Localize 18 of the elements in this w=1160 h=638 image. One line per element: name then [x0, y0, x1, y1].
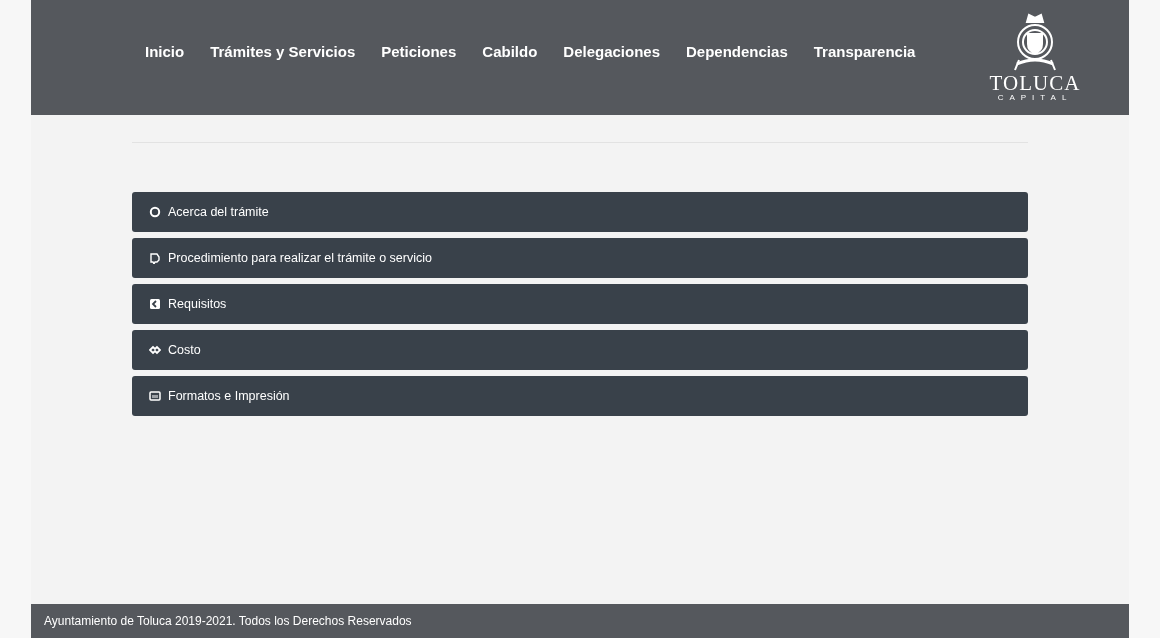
nav-link[interactable]: Trámites y Servicios [210, 43, 356, 60]
accordion-header[interactable]: Procedimiento para realizar el trámite o servicio [132, 238, 1028, 278]
circle-icon [149, 206, 161, 218]
nav-link[interactable]: Dependencias [686, 43, 788, 60]
logo-name: TOLUCA [989, 74, 1081, 93]
accordion-header[interactable]: Formatos e Impresión [132, 376, 1028, 416]
printer-icon [149, 390, 161, 402]
footer-text: Ayuntamiento de Toluca 2019-2021. Todos los Derechos Reservados [44, 614, 412, 628]
nav-link[interactable]: Inicio [145, 43, 185, 60]
accordion-header[interactable]: Requisitos [132, 284, 1028, 324]
nav-link[interactable]: Delegaciones [563, 43, 660, 60]
accordion-header[interactable]: Acerca del trámite [132, 192, 1028, 232]
nav-link[interactable]: Transparencia [813, 43, 916, 60]
exchange-icon [149, 344, 161, 356]
nav-link[interactable]: Cabildo [482, 43, 538, 60]
logo-subtitle: CAPITAL [997, 93, 1073, 103]
nav-link[interactable]: Peticiones [381, 43, 457, 60]
accordion-header[interactable]: Costo [132, 330, 1028, 370]
